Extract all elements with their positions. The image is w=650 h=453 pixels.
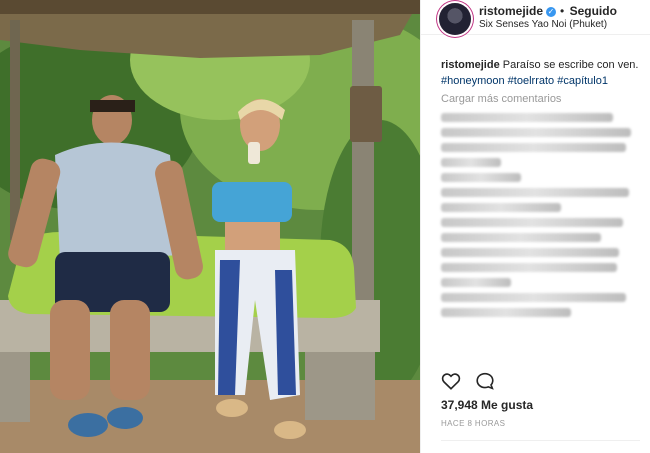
blurred-comment — [441, 128, 631, 137]
follow-status-button[interactable]: Seguido — [570, 4, 617, 18]
location-link[interactable]: Six Senses Yao Noi (Phuket) — [479, 18, 617, 32]
header-text: ristomejide ✓ • Seguido Six Senses Yao Noi… — [479, 4, 617, 32]
load-more-comments-link[interactable]: Cargar más comentarios — [441, 91, 650, 107]
post-photo[interactable] — [0, 0, 420, 453]
avatar[interactable] — [439, 2, 471, 35]
caption-username[interactable]: ristomejide — [441, 59, 500, 71]
hashtag-link[interactable]: #capítulo1 — [557, 75, 608, 87]
separator-dot: • — [560, 4, 565, 18]
blurred-comment — [441, 173, 521, 182]
blurred-comment — [441, 188, 629, 197]
blurred-comment — [441, 263, 617, 272]
verified-badge-icon: ✓ — [546, 6, 557, 17]
caption-text: Paraíso se escribe con ven. — [499, 59, 639, 71]
blurred-comments — [441, 113, 650, 317]
divider — [441, 440, 640, 441]
post-actions — [441, 372, 495, 390]
username-link[interactable]: ristomejide — [479, 4, 543, 18]
blurred-comment — [441, 143, 626, 152]
blurred-comment — [441, 203, 561, 212]
hashtag-link[interactable]: #honeymoon — [441, 75, 505, 87]
post-timestamp[interactable]: HACE 8 HORAS — [441, 419, 505, 428]
post-image — [0, 0, 420, 453]
heart-icon[interactable] — [441, 372, 461, 390]
post-caption: ristomejide Paraíso se escribe con ven. … — [441, 57, 650, 89]
hashtag-link[interactable]: #toelrrato — [508, 75, 554, 87]
blurred-comment — [441, 278, 511, 287]
blurred-comment — [441, 113, 613, 122]
blurred-comment — [441, 233, 601, 242]
comment-icon[interactable] — [475, 372, 495, 390]
blurred-comment — [441, 158, 501, 167]
instagram-post: ristomejide ✓ • Seguido Six Senses Yao Noi… — [0, 0, 650, 453]
post-sidebar: ristomejide ✓ • Seguido Six Senses Yao Noi… — [420, 0, 650, 453]
blurred-comment — [441, 308, 571, 317]
comments-section: ristomejide Paraíso se escribe con ven. … — [421, 35, 650, 317]
blurred-comment — [441, 293, 626, 302]
post-header: ristomejide ✓ • Seguido Six Senses Yao Noi… — [421, 0, 650, 35]
like-count[interactable]: 37,948 Me gusta — [441, 398, 533, 412]
blurred-comment — [441, 218, 623, 227]
blurred-comment — [441, 248, 619, 257]
